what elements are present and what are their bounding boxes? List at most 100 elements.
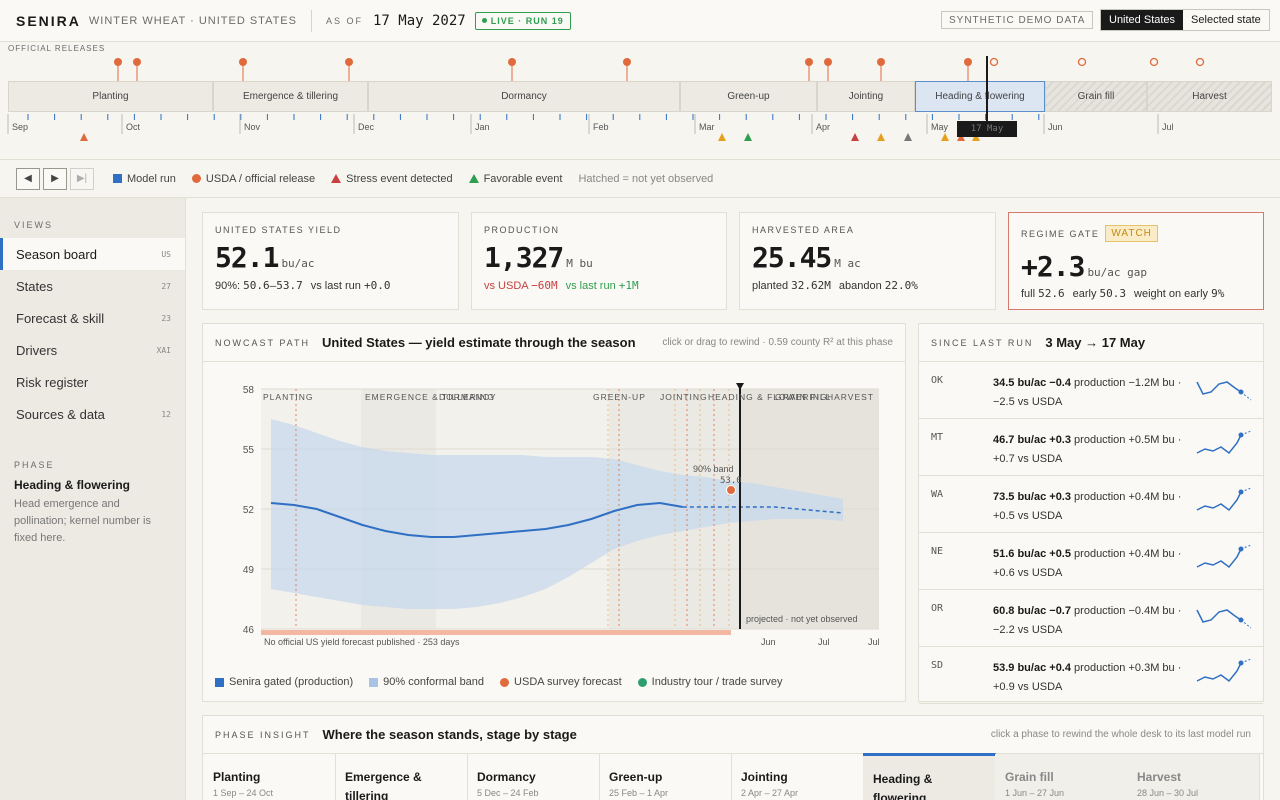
phase-card-name: Harvest [1137, 770, 1182, 784]
triangle-green-icon [468, 174, 479, 183]
card-label: PRODUCTION [484, 225, 560, 235]
divider [310, 9, 312, 32]
harvested-area-card[interactable]: HARVESTED AREA 25.45 M ac planted 32.62M a… [739, 212, 996, 310]
scope-selected-state-button[interactable]: Selected state [1183, 10, 1269, 30]
state-row-or[interactable]: OR 60.8 bu/ac −0.7 production −0.4M bu ·… [919, 590, 1263, 647]
phase-card-6[interactable]: Grain fill 1 Jun – 27 Jun [995, 754, 1128, 800]
panel-hint: click a phase to rewind the whole desk t… [990, 729, 1251, 740]
sparkline [1196, 658, 1252, 683]
y-tick-label: 46 [243, 625, 255, 636]
scope-united-states-button[interactable]: United States [1101, 10, 1184, 30]
release-marker[interactable] [964, 58, 972, 66]
stat-value: 50.3 [1099, 287, 1127, 300]
future-release-marker[interactable] [989, 57, 999, 67]
month-label: Jun [1048, 122, 1063, 132]
phase-card-1[interactable]: Emergence & tillering [335, 754, 468, 800]
event-triangle[interactable] [851, 133, 859, 141]
event-triangle[interactable] [904, 133, 912, 141]
phase-card-3[interactable]: Green-up 25 Feb – 1 Apr [599, 754, 732, 800]
views-heading: VIEWS [14, 220, 54, 230]
state-delta: +0.4 [1049, 662, 1071, 674]
y-tick-label: 49 [243, 565, 255, 576]
yield-card[interactable]: UNITED STATES YIELD 52.1 bu/ac 90%: 50.6–… [202, 212, 459, 310]
phase-card-7[interactable]: Harvest 28 Jun – 30 Jul [1127, 754, 1260, 800]
future-release-marker[interactable] [1195, 57, 1205, 67]
month-label: Jul [1162, 122, 1174, 132]
live-label: LIVE · RUN 19 [490, 15, 564, 26]
skip-end-button[interactable]: ▶| [70, 167, 94, 190]
phase-label: JOINTING [660, 392, 708, 402]
future-release-marker[interactable] [1077, 57, 1087, 67]
panel-title: Where the season stands, stage by stage [322, 727, 577, 742]
event-triangle[interactable] [941, 133, 949, 141]
y-tick-label: 55 [243, 445, 255, 456]
event-triangle[interactable] [718, 133, 726, 141]
release-marker[interactable] [114, 58, 122, 66]
event-triangle[interactable] [80, 133, 88, 141]
state-row-sd[interactable]: SD 53.9 bu/ac +0.4 production +0.3M bu ·… [919, 647, 1263, 704]
production-card[interactable]: PRODUCTION 1,327 M bu vs USDA −60M vs last… [471, 212, 727, 310]
nav-label: Season board [16, 246, 97, 262]
state-row-mt[interactable]: MT 46.7 bu/ac +0.3 production +0.5M bu ·… [919, 419, 1263, 476]
future-release-marker[interactable] [1149, 57, 1159, 67]
phase-card-0[interactable]: Planting 1 Sep – 24 Oct [203, 754, 336, 800]
phase-card-2[interactable]: Dormancy 5 Dec – 24 Feb [467, 754, 600, 800]
nowcast-panel: NOWCAST PATH United States — yield estima… [202, 323, 906, 702]
stat-value: 50.6–53.7 [243, 279, 303, 292]
release-marker[interactable] [805, 58, 813, 66]
step-back-button[interactable]: ◀ [16, 167, 40, 190]
state-yield: 53.9 bu/ac [993, 662, 1047, 674]
phase-label: PLANTING [263, 392, 314, 402]
event-triangle[interactable] [877, 133, 885, 141]
event-triangle[interactable] [744, 133, 752, 141]
play-button[interactable]: ▶ [43, 167, 67, 190]
release-marker[interactable] [133, 58, 141, 66]
production-unit: M bu [566, 257, 593, 270]
stat-label: vs last run [565, 280, 616, 292]
usda-forecast-point[interactable] [726, 485, 736, 495]
release-marker[interactable] [345, 58, 353, 66]
release-marker[interactable] [623, 58, 631, 66]
legend-label: Senira gated (production) [229, 676, 354, 688]
nav-label: Sources & data [16, 406, 105, 422]
state-yield: 46.7 bu/ac [993, 434, 1047, 446]
phase-card-name: Grain fill [1005, 770, 1054, 784]
stat-label: full [1021, 288, 1036, 300]
triangle-red-icon [331, 174, 342, 183]
card-label: HARVESTED AREA [752, 225, 855, 235]
nav-drivers[interactable]: Drivers XAI [0, 334, 185, 366]
state-yield: 73.5 bu/ac [993, 491, 1047, 503]
nav-states[interactable]: States 27 [0, 270, 185, 302]
nowcast-legend: Senira gated (production) 90% conformal … [215, 676, 782, 688]
state-row-ok[interactable]: OK 34.5 bu/ac −0.4 production −1.2M bu ·… [919, 362, 1263, 419]
sparkline [1196, 381, 1252, 401]
regime-gate-card[interactable]: REGIME GATE WATCH +2.3 bu/ac gap full 52.6… [1008, 212, 1264, 310]
area-value: 25.45 [752, 241, 832, 274]
release-marker[interactable] [508, 58, 516, 66]
phase-card-4[interactable]: Jointing 2 Apr – 27 Apr [731, 754, 864, 800]
release-marker[interactable] [239, 58, 247, 66]
nowcast-chart[interactable]: 4649525558PLANTING EMERGENCE & TILLERINGD… [203, 364, 905, 664]
nav-badge: 27 [161, 281, 171, 291]
nav-forecast-skill[interactable]: Forecast & skill 23 [0, 302, 185, 334]
x-tick-label: Jul [868, 637, 880, 647]
legend-senira: Senira gated (production) [215, 676, 353, 688]
phase-label: GREEN-UP [593, 392, 646, 402]
nav-season-board[interactable]: Season board US [0, 238, 185, 270]
x-tick-label: Jun [761, 637, 776, 647]
phase-card-5[interactable]: Heading & flowering28 Apr – 31 May [863, 753, 996, 800]
scope-toggle: United States Selected state [1100, 9, 1270, 31]
brand-logo: SENIRA [16, 12, 81, 29]
stat-value: 9% [1211, 287, 1225, 300]
nav-risk-register[interactable]: Risk register [0, 366, 185, 398]
month-label: Apr [816, 122, 831, 132]
season-timeline[interactable]: OFFICIAL RELEASES Planting Emergence & t… [0, 42, 1280, 160]
state-row-ne[interactable]: NE 51.6 bu/ac +0.5 production +0.4M bu ·… [919, 533, 1263, 590]
nav-label: Risk register [16, 374, 89, 390]
legend-hatch-note: Hatched = not yet observed [578, 172, 714, 185]
release-marker[interactable] [824, 58, 832, 66]
state-row-wa[interactable]: WA 73.5 bu/ac +0.3 production +0.4M bu ·… [919, 476, 1263, 533]
nav-sources-data[interactable]: Sources & data 12 [0, 398, 185, 430]
release-marker[interactable] [877, 58, 885, 66]
since-last-run-panel: SINCE LAST RUN 3 May → 17 May OK 34.5 bu/… [918, 323, 1264, 704]
